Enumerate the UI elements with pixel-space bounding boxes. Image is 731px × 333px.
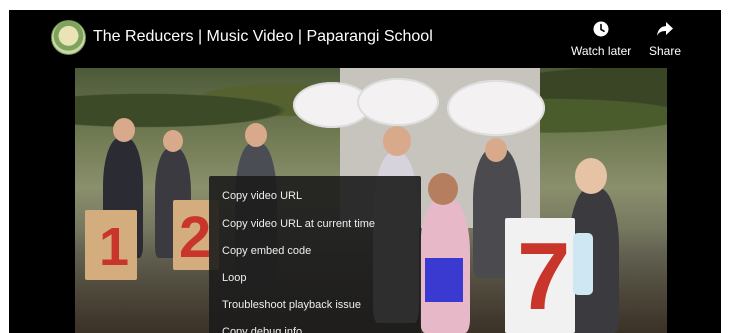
watch-later-button[interactable]: Watch later [571,21,631,58]
clock-icon [571,21,631,40]
share-arrow-icon [649,21,681,40]
child-head [575,158,607,194]
context-menu: Copy video URL Copy video URL at current… [209,176,421,333]
child-head [485,138,507,162]
video-player[interactable]: 1 2 7 The Reducers | Music Video | Papar… [9,10,721,333]
menu-item-copy-debug-info[interactable]: Copy debug info [209,319,421,333]
video-title[interactable]: The Reducers | Music Video | Paparangi S… [93,28,433,46]
child-head [383,126,411,156]
menu-item-copy-url-at-time[interactable]: Copy video URL at current time [209,211,421,238]
share-button[interactable]: Share [649,21,681,58]
child-head [428,173,458,205]
menu-item-loop[interactable]: Loop [209,265,421,292]
number-card: 7 [505,218,575,333]
menu-item-copy-video-url[interactable]: Copy video URL [209,183,421,210]
child-head [245,123,267,147]
menu-item-copy-embed-code[interactable]: Copy embed code [209,238,421,265]
number-card: 1 [85,210,137,280]
watch-later-label: Watch later [571,44,632,58]
child-head [163,130,183,152]
card-number: 7 [517,223,571,330]
water-bottle [573,233,593,295]
blue-box [425,258,463,302]
share-label: Share [649,44,682,58]
menu-item-troubleshoot-playback[interactable]: Troubleshoot playback issue [209,292,421,319]
child-head [113,118,135,142]
card-number: 2 [179,205,212,270]
reuse-sign [357,78,439,126]
title-bar: The Reducers | Music Video | Paparangi S… [9,10,721,68]
channel-avatar[interactable] [51,20,86,55]
card-number: 1 [99,217,130,277]
recycle-sign [447,80,545,136]
